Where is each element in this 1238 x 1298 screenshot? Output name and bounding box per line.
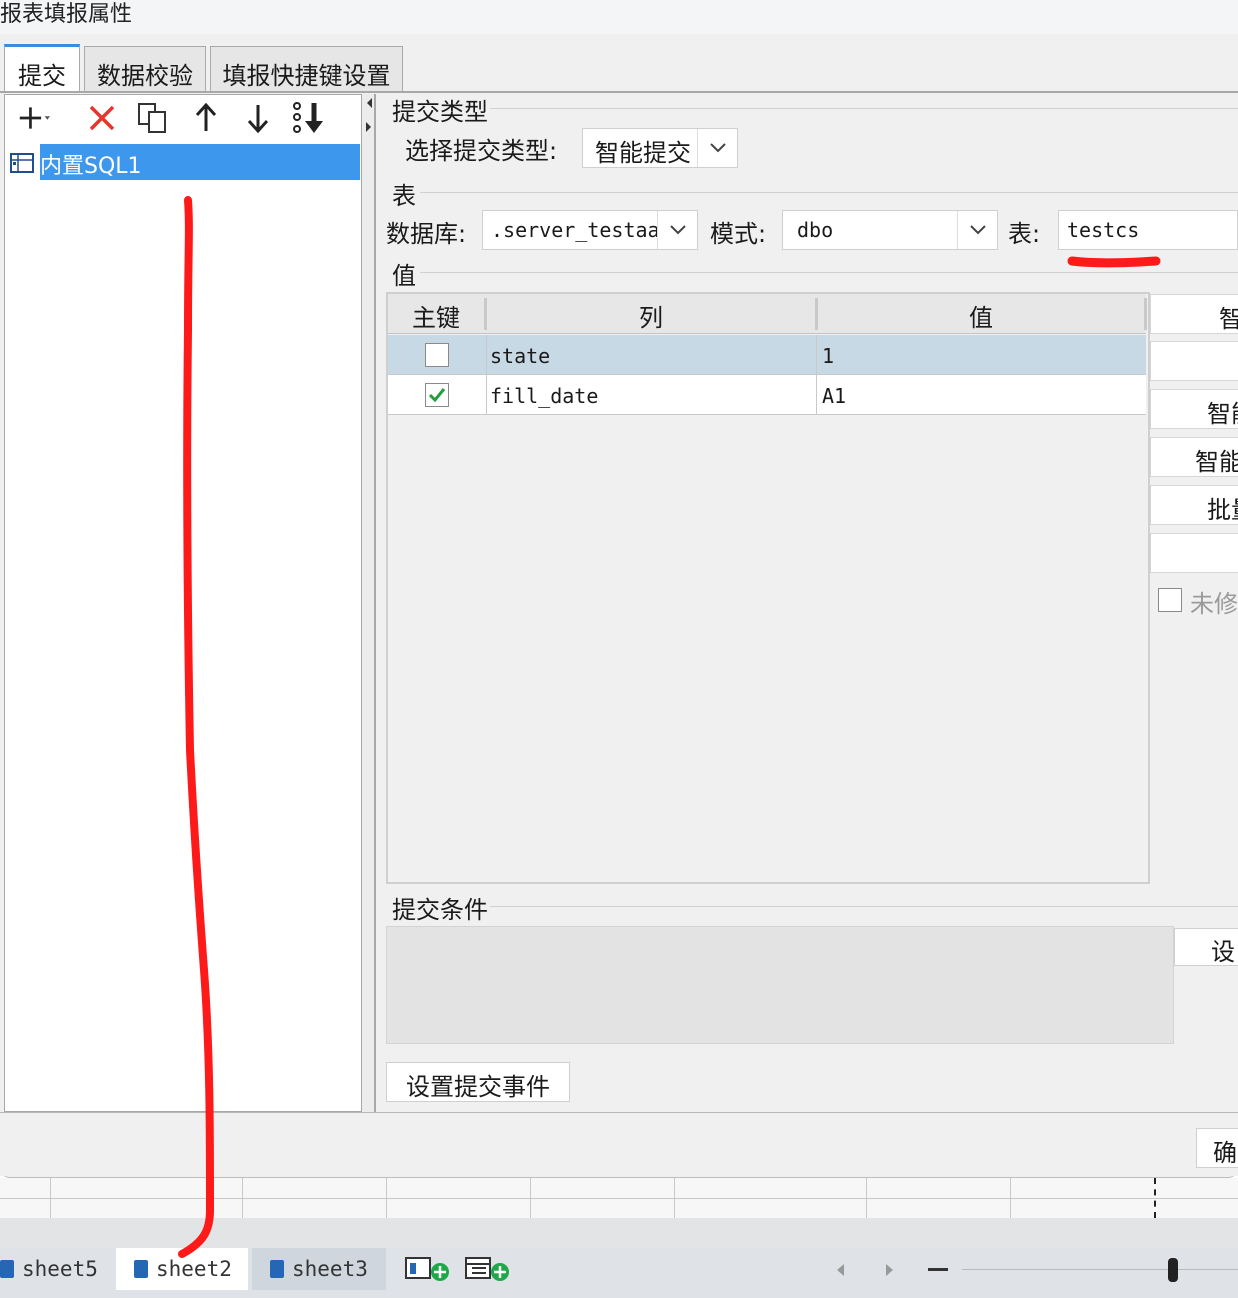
collapse-arrows-icon[interactable] <box>365 96 373 136</box>
section-table: 表 <box>392 182 416 210</box>
sort-icon[interactable] <box>292 100 330 136</box>
chevron-down-icon <box>657 211 697 249</box>
tree-item-label: 内置SQL1 <box>40 154 142 179</box>
column-separator <box>486 335 487 415</box>
chevron-down-icon <box>697 129 737 167</box>
delete-icon[interactable] <box>86 100 118 136</box>
row-column-name: fill_date <box>490 384 599 408</box>
side-button-smart[interactable]: 智 <box>1150 294 1238 334</box>
database-value: .server_testaa <box>491 218 660 242</box>
section-divider <box>490 108 1238 109</box>
sheet-icon <box>270 1260 284 1278</box>
scroll-left-icon[interactable] <box>834 1262 846 1278</box>
unmodified-checkbox[interactable] <box>1158 588 1182 612</box>
ok-button[interactable]: 确 <box>1196 1128 1238 1168</box>
row-value: 1 <box>822 344 835 368</box>
tab-divider <box>0 91 1238 93</box>
schema-label: 模式: <box>710 220 767 248</box>
submit-type-label: 选择提交类型: <box>405 137 558 165</box>
section-divider <box>490 906 1238 907</box>
column-separator <box>816 335 817 415</box>
side-button-smart-2[interactable]: 智能 <box>1150 389 1238 429</box>
move-up-icon[interactable] <box>190 100 222 136</box>
header-primary-key[interactable]: 主键 <box>388 298 484 333</box>
sheet-tab-label: sheet5 <box>22 1257 98 1281</box>
unmodified-label: 未修 <box>1190 590 1238 618</box>
side-button-blank[interactable] <box>1150 341 1238 381</box>
zoom-out-icon[interactable] <box>928 1268 948 1271</box>
grid-line <box>386 1178 387 1218</box>
sheet-tab-sheet5[interactable]: sheet5 <box>0 1248 112 1290</box>
database-select[interactable]: .server_testaa <box>482 210 698 250</box>
submit-type-select[interactable]: 智能提交 <box>582 128 738 168</box>
tab-data-validation[interactable]: 数据校验 <box>84 46 206 92</box>
schema-value: dbo <box>797 218 834 242</box>
database-label: 数据库: <box>386 220 467 248</box>
dialog-footer <box>0 1112 1238 1176</box>
grid-line <box>0 1198 1238 1199</box>
table-input[interactable]: testcs <box>1058 210 1238 250</box>
panel-splitter[interactable] <box>362 94 376 1112</box>
section-submit-condition: 提交条件 <box>392 896 488 924</box>
section-divider <box>420 272 1238 273</box>
section-values: 值 <box>392 262 416 290</box>
zoom-slider-handle[interactable] <box>1168 1258 1178 1282</box>
table-label: 表: <box>1008 220 1041 248</box>
dialog-titlebar[interactable] <box>0 0 1238 34</box>
sheet-tab-label: sheet2 <box>156 1257 232 1281</box>
schema-select[interactable]: dbo <box>782 210 998 250</box>
side-button-blank-2[interactable] <box>1150 533 1238 573</box>
grid-line <box>50 1178 51 1218</box>
side-button-smart-3[interactable]: 智能 <box>1150 437 1238 477</box>
sheet-icon <box>134 1260 148 1278</box>
set-condition-button[interactable]: 设 <box>1174 928 1238 966</box>
scroll-right-icon[interactable] <box>884 1262 896 1278</box>
header-value[interactable]: 值 <box>818 298 1144 333</box>
primary-key-checkbox[interactable] <box>425 343 449 367</box>
scroll-strip <box>0 1218 1238 1248</box>
sheet-tab-sheet3[interactable]: sheet3 <box>252 1248 386 1290</box>
column-separator <box>484 298 487 330</box>
page-break-line <box>1154 1178 1156 1218</box>
grid-line <box>530 1178 531 1218</box>
tab-shortcut-settings[interactable]: 填报快捷键设置 <box>210 46 403 92</box>
column-separator <box>815 298 818 330</box>
zoom-slider-track[interactable] <box>962 1269 1238 1270</box>
tab-submit[interactable]: 提交 <box>4 44 80 92</box>
header-column[interactable]: 列 <box>487 298 815 333</box>
sheet-tab-sheet2[interactable]: sheet2 <box>116 1248 248 1290</box>
chevron-down-icon <box>957 211 997 249</box>
grid-line <box>242 1178 243 1218</box>
table-value: testcs <box>1067 218 1140 242</box>
primary-key-checkbox[interactable] <box>425 383 449 407</box>
copy-icon[interactable] <box>137 100 169 136</box>
row-value: A1 <box>822 384 847 408</box>
submit-type-value: 智能提交 <box>595 139 691 167</box>
sheet-icon <box>0 1260 14 1278</box>
add-icon[interactable] <box>18 100 50 136</box>
add-sheet-icon[interactable] <box>404 1254 452 1284</box>
grid-line <box>1010 1178 1011 1218</box>
grid-line <box>674 1178 675 1218</box>
sheet-tab-label: sheet3 <box>292 1257 368 1281</box>
section-submit-type: 提交类型 <box>392 98 488 126</box>
submit-condition-area[interactable] <box>386 926 1174 1044</box>
add-dashboard-icon[interactable] <box>464 1254 512 1284</box>
grid-line <box>866 1178 867 1218</box>
row-column-name: state <box>490 344 551 368</box>
column-separator <box>1144 298 1147 330</box>
move-down-icon[interactable] <box>242 100 274 136</box>
dialog-title: 报表填报属性 <box>0 2 133 27</box>
side-button-batch[interactable]: 批量 <box>1150 485 1238 525</box>
set-submit-event-button[interactable]: 设置提交事件 <box>386 1062 570 1102</box>
sql-list-panel <box>4 94 362 1112</box>
section-divider <box>420 192 1238 193</box>
sql-table-icon <box>10 151 36 175</box>
